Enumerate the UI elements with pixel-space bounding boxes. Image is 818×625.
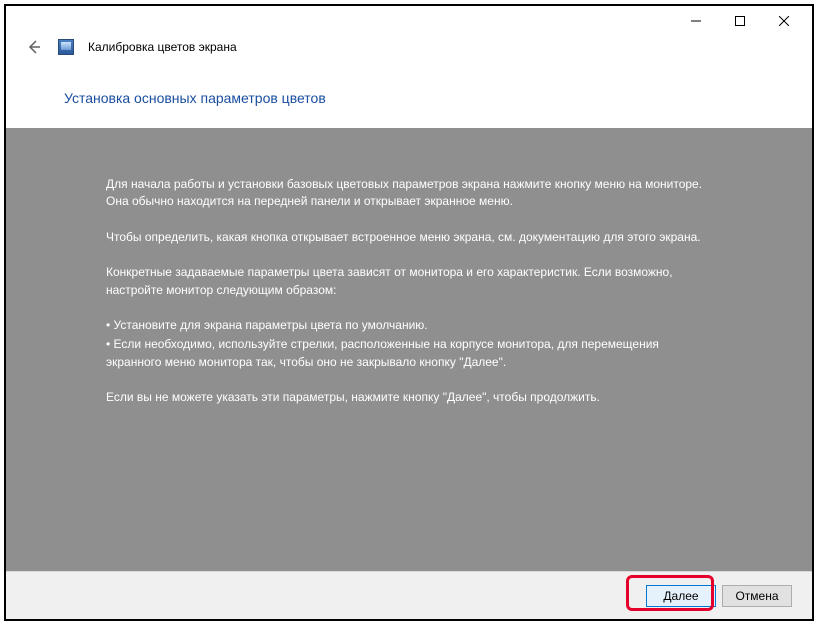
close-button[interactable] <box>762 7 806 35</box>
back-button[interactable] <box>24 37 44 57</box>
paragraph-intro: Для начала работы и установки базовых цв… <box>106 176 706 211</box>
wizard-window: Калибровка цветов экрана Установка основ… <box>4 4 814 621</box>
minimize-icon <box>691 16 701 26</box>
content-area: Для начала работы и установки базовых цв… <box>6 128 812 571</box>
close-icon <box>779 16 789 26</box>
bullet-arrows: • Если необходимо, используйте стрелки, … <box>106 336 706 371</box>
cancel-button[interactable]: Отмена <box>722 585 792 607</box>
footer: Далее Отмена <box>6 571 812 619</box>
paragraph-continue: Если вы не можете указать эти параметры,… <box>106 389 706 406</box>
paragraph-docs: Чтобы определить, какая кнопка открывает… <box>106 229 706 246</box>
app-icon <box>58 39 74 55</box>
maximize-button[interactable] <box>718 7 762 35</box>
paragraph-setup: Конкретные задаваемые параметры цвета за… <box>106 264 706 299</box>
maximize-icon <box>735 16 745 26</box>
header: Калибровка цветов экрана <box>6 36 812 64</box>
bullet-default: • Установите для экрана параметры цвета … <box>106 317 706 334</box>
titlebar <box>6 6 812 36</box>
window-title: Калибровка цветов экрана <box>88 40 237 54</box>
page-heading: Установка основных параметров цветов <box>6 64 812 128</box>
minimize-button[interactable] <box>674 7 718 35</box>
back-arrow-icon <box>26 39 42 55</box>
next-button[interactable]: Далее <box>646 585 716 607</box>
